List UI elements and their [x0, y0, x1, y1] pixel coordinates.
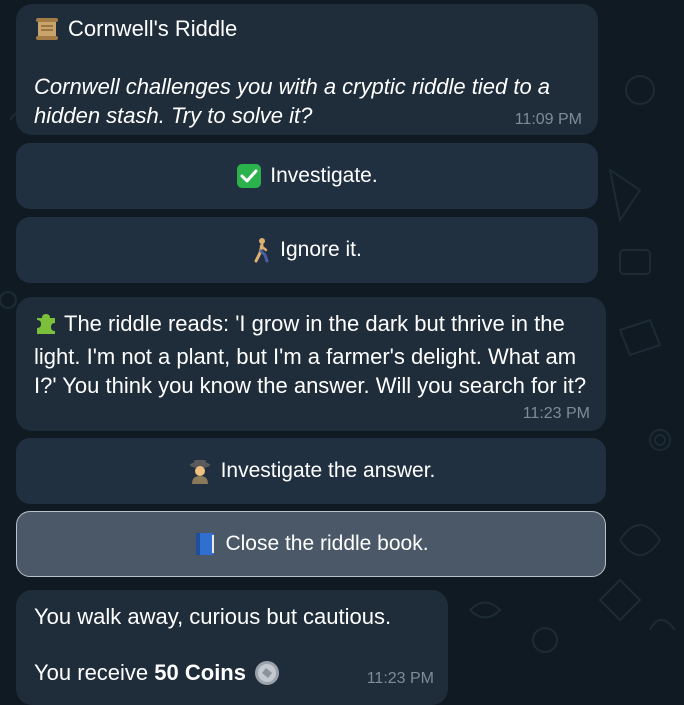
close-riddle-book-button[interactable]: Close the riddle book. [16, 511, 606, 577]
message-line-reward: You receive 50 Coins [34, 658, 280, 687]
message-timestamp: 11:09 PM [514, 111, 582, 128]
coin-icon [254, 660, 280, 686]
reward-prefix: You receive [34, 660, 155, 685]
message-bubble-riddle-intro: Cornwell's Riddle Cornwell challenges yo… [16, 4, 598, 135]
message-line-walk-away: You walk away, curious but cautious. [34, 604, 392, 629]
reward-amount: 50 Coins [154, 660, 246, 685]
message-body: The riddle reads: 'I grow in the dark bu… [34, 309, 596, 400]
ignore-it-button-label: Ignore it. [280, 238, 362, 261]
message-bubble-reward: You walk away, curious but cautious. You… [16, 590, 448, 705]
blue-book-icon [193, 531, 217, 557]
investigate-button-label: Investigate. [270, 164, 378, 187]
message-timestamp: 11:23 PM [366, 670, 434, 687]
message-body: Cornwell challenges you with a cryptic r… [34, 74, 551, 128]
investigate-answer-button[interactable]: Investigate the answer. [16, 438, 606, 504]
check-mark-icon [236, 163, 262, 189]
riddle-text: The riddle reads: 'I grow in the dark bu… [34, 311, 587, 398]
message-title: Cornwell's Riddle [68, 16, 238, 41]
message-title-row: Cornwell's Riddle [34, 16, 237, 42]
message-bubble-riddle-text: The riddle reads: 'I grow in the dark bu… [16, 297, 606, 431]
investigate-button[interactable]: Investigate. [16, 143, 598, 209]
message-timestamp: 11:23 PM [522, 405, 590, 422]
scroll-icon [34, 16, 60, 42]
investigate-answer-button-label: Investigate the answer. [220, 459, 436, 482]
detective-icon [187, 458, 213, 484]
walking-person-icon [252, 237, 272, 263]
ignore-it-button[interactable]: Ignore it. [16, 217, 598, 283]
close-riddle-book-button-label: Close the riddle book. [225, 532, 429, 555]
puzzle-piece-icon [34, 311, 58, 342]
